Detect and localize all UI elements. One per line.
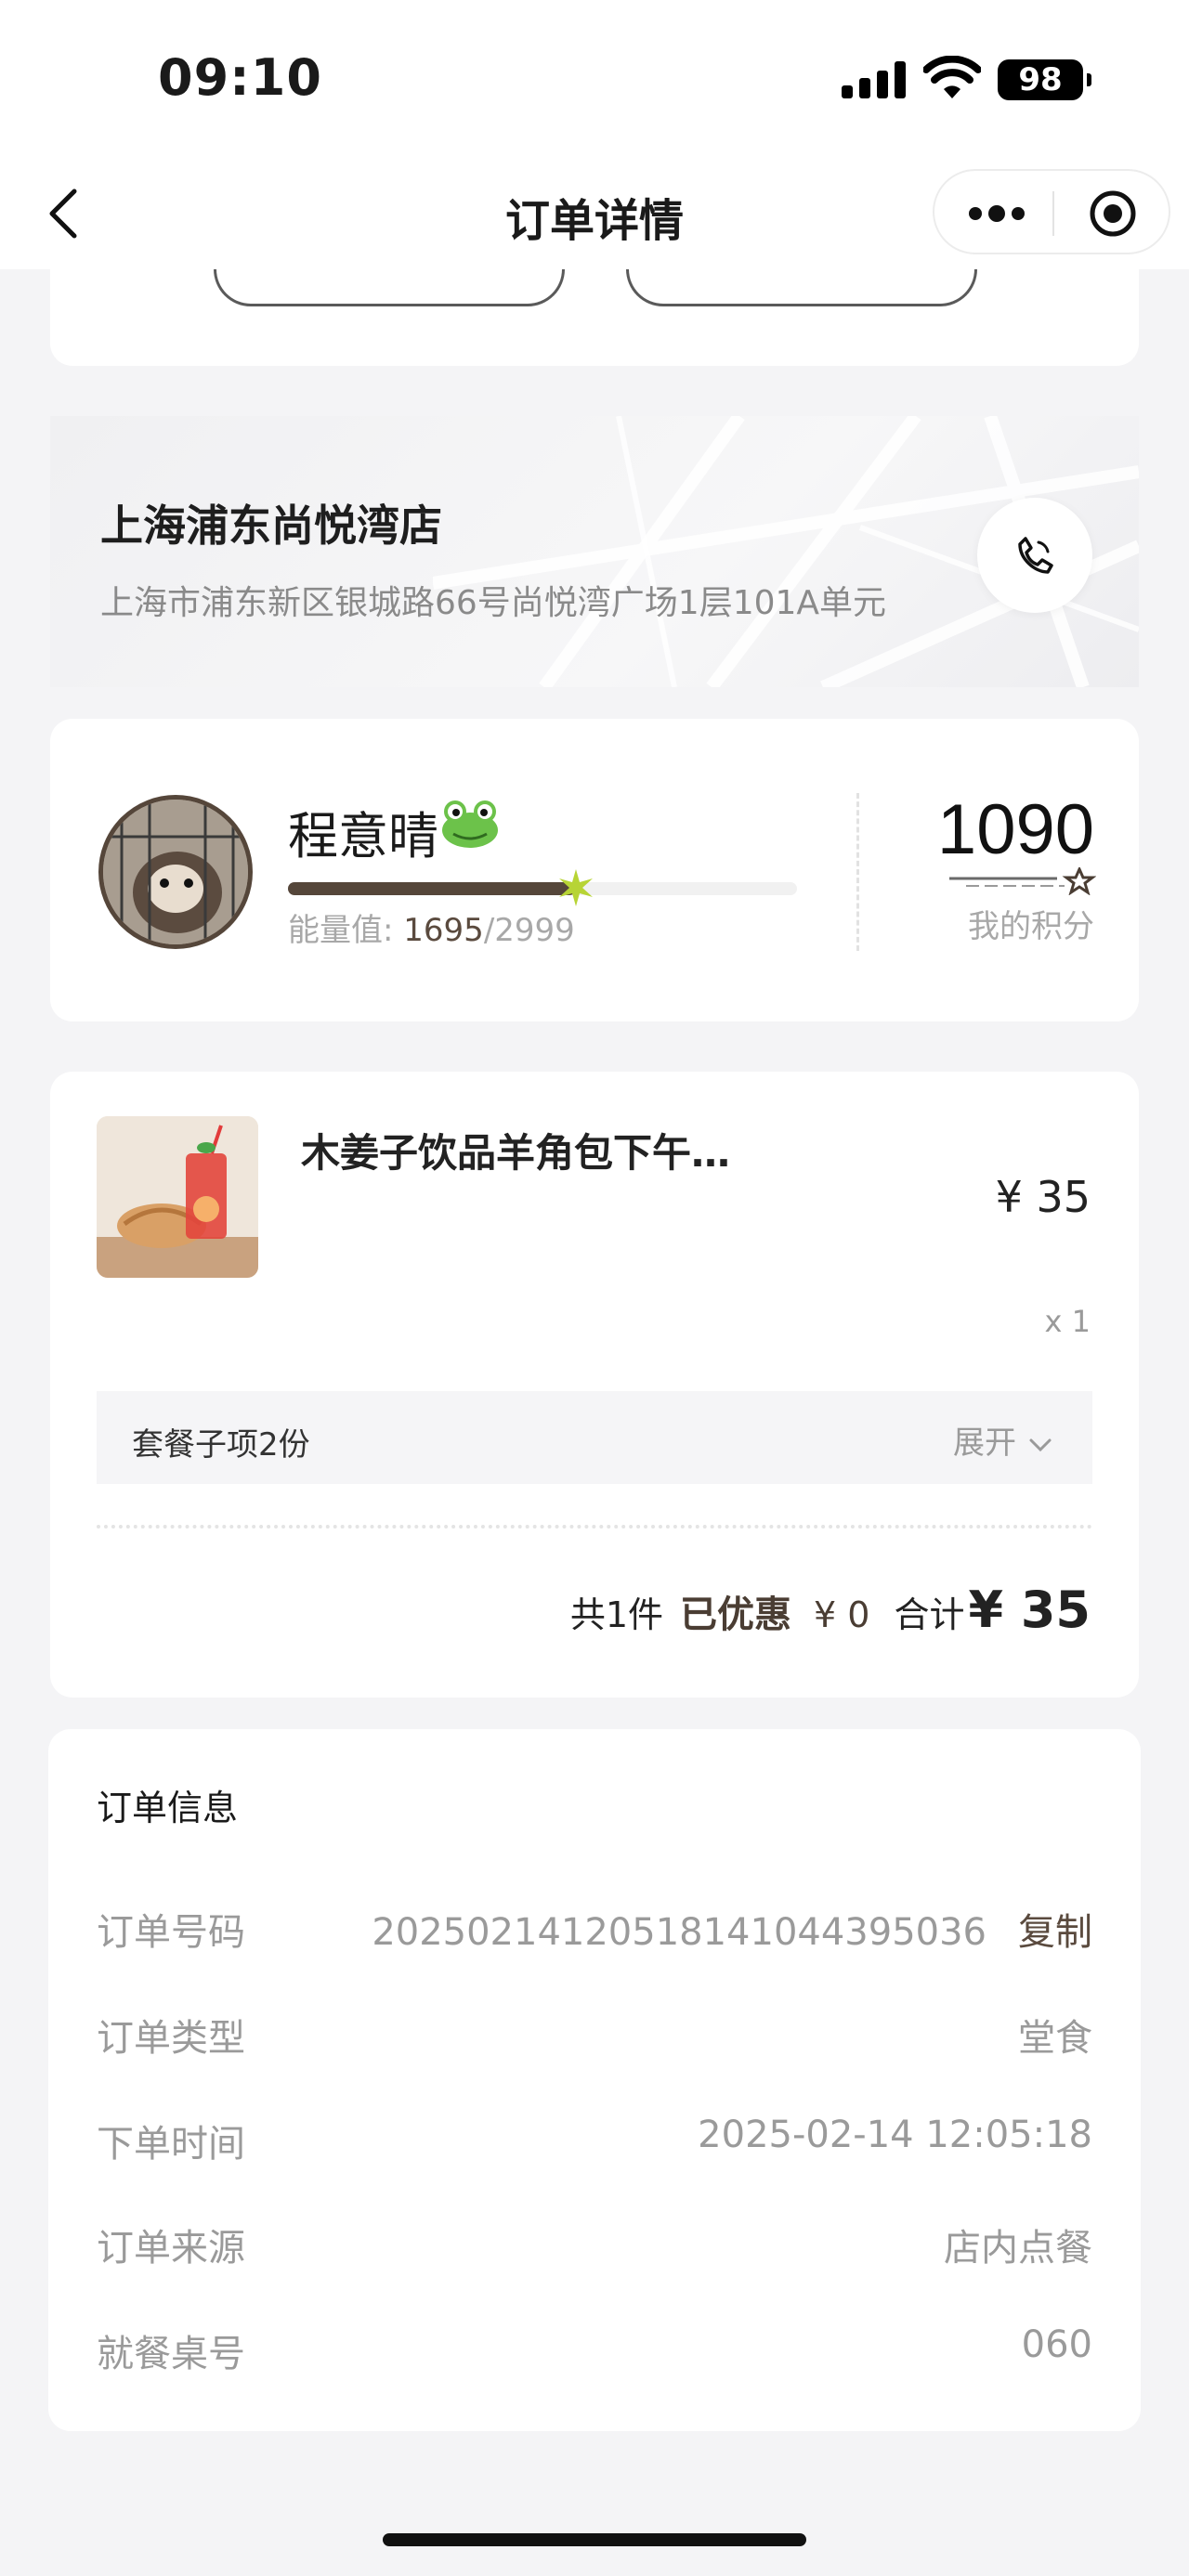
frog-emoji-icon: [442, 800, 498, 848]
action-button-left[interactable]: [214, 269, 565, 306]
order-number-label: 订单号码: [97, 1911, 245, 1954]
call-button[interactable]: [977, 498, 1092, 613]
combo-items-row[interactable]: 套餐子项2份 展开: [97, 1391, 1092, 1484]
avatar[interactable]: [98, 795, 253, 949]
item-count: 共1件: [569, 1594, 664, 1635]
order-number-value-wrap: 20250214120518141044395036 复制: [372, 1902, 1092, 1956]
energy-progress-fill: [288, 882, 576, 895]
energy-progress-bar: [288, 869, 797, 906]
total-amount: ¥ 35: [968, 1581, 1091, 1639]
chevron-down-icon: [1029, 1438, 1052, 1451]
discount-label: 已优惠: [680, 1594, 792, 1636]
close-miniprogram-icon[interactable]: [1089, 189, 1137, 238]
store-card: 上海浦东尚悦湾店 上海市浦东新区银城路66号尚悦湾广场1层101A单元: [50, 416, 1139, 687]
wifi-icon: [923, 56, 981, 98]
capsule-divider: [1052, 191, 1054, 236]
table-number-label: 就餐桌号: [97, 2333, 245, 2375]
discount-amount: ¥ 0: [814, 1594, 870, 1635]
order-source-row: 订单来源 店内点餐: [97, 2218, 1092, 2273]
order-number-value: 20250214120518141044395036: [372, 1911, 986, 1954]
home-indicator[interactable]: [383, 2533, 806, 2546]
mini-program-capsule: [933, 169, 1170, 254]
total-label: 合计: [894, 1594, 965, 1635]
order-type-value: 堂食: [1018, 2017, 1092, 2060]
store-name: 上海浦东尚悦湾店: [100, 501, 442, 551]
table-number-value: 060: [1021, 2323, 1092, 2366]
expand-toggle[interactable]: 展开: [953, 1417, 1053, 1463]
member-card: 程意晴 能量值: 1695/2999 1090 我的积分: [50, 719, 1139, 1021]
product-thumbnail[interactable]: [97, 1116, 258, 1278]
points-star-icon: [949, 867, 1096, 895]
vertical-divider: [856, 793, 859, 951]
sparkle-icon: [558, 869, 593, 906]
status-bar: 09:10 98: [0, 0, 1189, 158]
order-summary: 共1件 已优惠 ¥ 0 合计¥ 35: [570, 1581, 1091, 1639]
more-icon[interactable]: [968, 199, 1026, 228]
product-price: ¥ 35: [995, 1172, 1091, 1222]
order-time-row: 下单时间 2025-02-14 12:05:18: [97, 2114, 1092, 2169]
combo-label: 套餐子项2份: [132, 1426, 310, 1464]
product-name[interactable]: 木姜子饮品羊角包下午…: [301, 1122, 730, 1178]
order-time-value: 2025-02-14 12:05:18: [698, 2114, 1092, 2156]
energy-current: 1695: [403, 912, 484, 949]
order-type-label: 订单类型: [97, 2017, 245, 2060]
energy-text: 能量值: 1695/2999: [288, 904, 575, 950]
order-type-row: 订单类型 堂食: [97, 2008, 1092, 2063]
order-time-label: 下单时间: [97, 2123, 245, 2166]
order-source-value: 店内点餐: [944, 2227, 1092, 2270]
copy-button[interactable]: 复制: [1018, 1911, 1092, 1954]
order-items-card: 木姜子饮品羊角包下午… ¥ 35 x 1 套餐子项2份 展开 共1件 已优惠 ¥ 0…: [50, 1072, 1139, 1698]
order-info-card: 订单信息 订单号码 20250214120518141044395036 复制 订…: [48, 1729, 1141, 2431]
order-source-label: 订单来源: [97, 2227, 245, 2270]
expand-label: 展开: [953, 1425, 1016, 1462]
action-button-right[interactable]: [626, 269, 977, 306]
action-card: [50, 269, 1139, 366]
member-nickname: 程意晴: [288, 807, 438, 865]
points-value[interactable]: 1090: [936, 789, 1094, 870]
store-address: 上海市浦东新区银城路66号尚悦湾广场1层101A单元: [100, 584, 887, 622]
battery-icon: 98: [998, 59, 1091, 100]
nav-bar: 订单详情: [0, 158, 1189, 269]
order-number-row: 订单号码 20250214120518141044395036 复制: [97, 1902, 1092, 1958]
signal-icon: [842, 61, 907, 98]
product-quantity: x 1: [1044, 1304, 1091, 1339]
dotted-divider: [97, 1525, 1092, 1529]
table-number-row: 就餐桌号 060: [97, 2323, 1092, 2379]
order-info-title: 订单信息: [97, 1788, 239, 1828]
energy-total: /2999: [483, 912, 575, 949]
points-label: 我的积分: [968, 908, 1094, 945]
phone-icon: [1018, 537, 1053, 574]
status-time: 09:10: [158, 48, 322, 107]
energy-label: 能量值:: [288, 912, 394, 949]
